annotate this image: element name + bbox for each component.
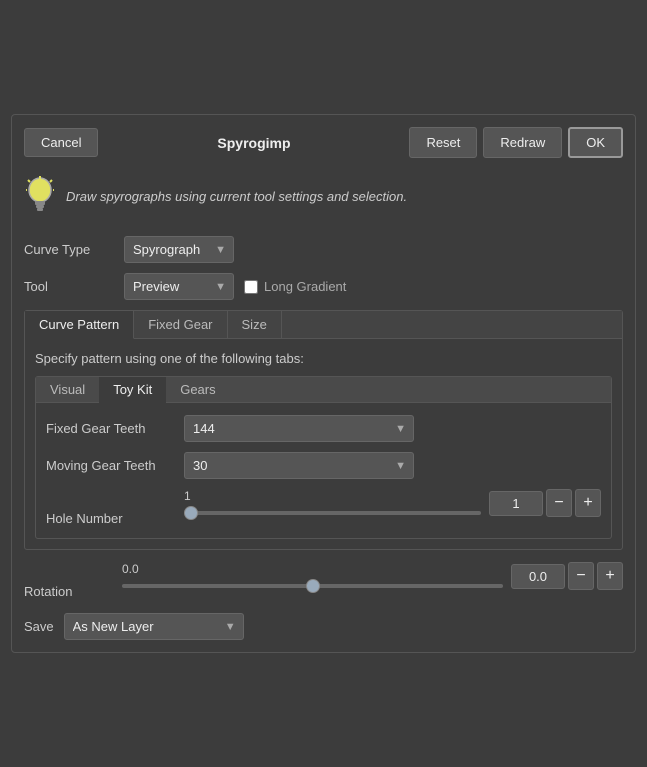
reset-button[interactable]: Reset — [409, 127, 477, 158]
long-gradient-label: Long Gradient — [264, 279, 346, 294]
rotation-section: Rotation 0.0 − + — [24, 562, 623, 599]
specify-text: Specify pattern using one of the followi… — [35, 351, 612, 366]
moving-gear-row: Moving Gear Teeth 30 24 28 32 36 40 ▼ — [46, 452, 601, 479]
header: Cancel Spyrogimp Reset Redraw OK — [24, 127, 623, 158]
rotation-value-label: 0.0 — [122, 562, 503, 576]
rotation-slider-wrap: 0.0 — [122, 562, 503, 588]
hole-number-slider[interactable] — [184, 511, 481, 515]
outer-tab-content: Specify pattern using one of the followi… — [25, 339, 622, 549]
bulb-svg — [26, 176, 54, 216]
hole-number-label: Hole Number — [46, 489, 176, 526]
tool-select[interactable]: Preview — [124, 273, 234, 300]
moving-gear-label: Moving Gear Teeth — [46, 458, 176, 473]
rotation-decrement-button[interactable]: − — [568, 562, 594, 590]
rotation-increment-button[interactable]: + — [597, 562, 623, 590]
fixed-gear-select[interactable]: 144 96 120 180 — [184, 415, 414, 442]
moving-gear-select-wrap: 30 24 28 32 36 40 ▼ — [184, 452, 414, 479]
save-label: Save — [24, 619, 54, 634]
rotation-input-wrap: − + — [511, 562, 623, 590]
tab-fixed-gear[interactable]: Fixed Gear — [134, 311, 227, 338]
curve-type-row: Curve Type Spyrograph ▼ — [24, 236, 623, 263]
inner-tab-bar: Visual Toy Kit Gears — [36, 377, 611, 403]
tab-size[interactable]: Size — [228, 311, 282, 338]
tab-visual[interactable]: Visual — [36, 377, 99, 402]
ok-button[interactable]: OK — [568, 127, 623, 158]
save-select-wrap: As New Layer New Layer Existing Layer ▼ — [64, 613, 244, 640]
main-window: Cancel Spyrogimp Reset Redraw OK Draw sp… — [11, 114, 636, 653]
redraw-button[interactable]: Redraw — [483, 127, 562, 158]
inner-tab-content: Fixed Gear Teeth 144 96 120 180 ▼ — [36, 403, 611, 538]
fixed-gear-select-wrap: 144 96 120 180 ▼ — [184, 415, 414, 442]
save-row: Save As New Layer New Layer Existing Lay… — [24, 613, 623, 640]
inner-tabs-container: Visual Toy Kit Gears Fixed Gear Teeth 14… — [35, 376, 612, 539]
hole-number-input[interactable] — [489, 491, 543, 516]
tool-label: Tool — [24, 279, 114, 294]
tool-dropdown-wrap: Preview ▼ — [124, 273, 234, 300]
bulb-icon — [24, 174, 56, 218]
moving-gear-select[interactable]: 30 24 28 32 36 40 — [184, 452, 414, 479]
hole-slider-wrap: 1 — [184, 489, 481, 515]
curve-type-dropdown-wrap: Spyrograph ▼ — [124, 236, 234, 263]
rotation-label: Rotation — [24, 562, 114, 599]
rotation-row: Rotation 0.0 − + — [24, 562, 623, 599]
fixed-gear-row: Fixed Gear Teeth 144 96 120 180 ▼ — [46, 415, 601, 442]
tab-gears[interactable]: Gears — [166, 377, 229, 402]
header-left-buttons: Cancel — [24, 128, 98, 157]
hole-number-row: Hole Number 1 − + — [46, 489, 601, 526]
tab-curve-pattern[interactable]: Curve Pattern — [25, 311, 134, 339]
tab-toy-kit[interactable]: Toy Kit — [99, 377, 166, 403]
tool-row: Tool Preview ▼ Long Gradient — [24, 273, 623, 300]
long-gradient-wrap: Long Gradient — [244, 279, 346, 294]
header-right-buttons: Reset Redraw OK — [409, 127, 623, 158]
outer-tabs-container: Curve Pattern Fixed Gear Size Specify pa… — [24, 310, 623, 550]
description-text: Draw spyrographs using current tool sett… — [66, 189, 407, 204]
save-select[interactable]: As New Layer New Layer Existing Layer — [64, 613, 244, 640]
long-gradient-checkbox[interactable] — [244, 280, 258, 294]
hole-slider-value-label: 1 — [184, 489, 481, 503]
hole-number-input-wrap: − + — [489, 489, 601, 517]
description-bar: Draw spyrographs using current tool sett… — [24, 170, 623, 222]
outer-tab-bar: Curve Pattern Fixed Gear Size — [25, 311, 622, 339]
curve-type-select[interactable]: Spyrograph — [124, 236, 234, 263]
hole-number-increment-button[interactable]: + — [575, 489, 601, 517]
curve-type-label: Curve Type — [24, 242, 114, 257]
window-title: Spyrogimp — [217, 135, 290, 151]
hole-number-decrement-button[interactable]: − — [546, 489, 572, 517]
rotation-slider[interactable] — [122, 584, 503, 588]
rotation-input[interactable] — [511, 564, 565, 589]
fixed-gear-label: Fixed Gear Teeth — [46, 421, 176, 436]
cancel-button[interactable]: Cancel — [24, 128, 98, 157]
